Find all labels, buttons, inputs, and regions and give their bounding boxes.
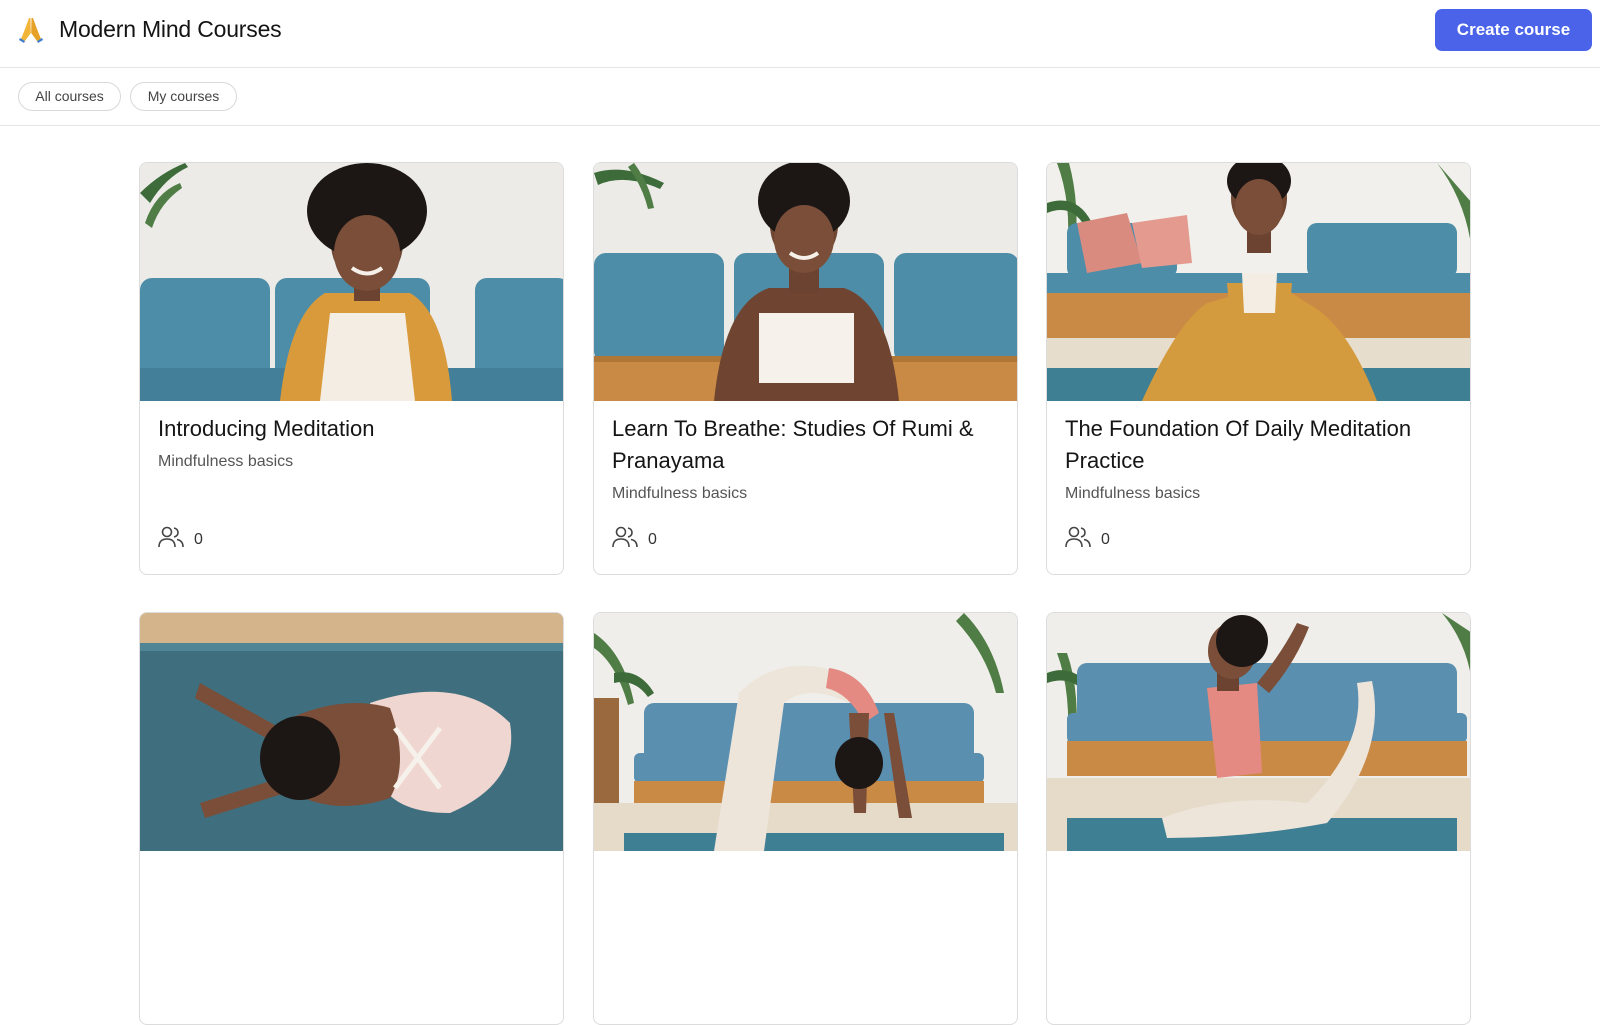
course-card[interactable]: Introducing Meditation Mindfulness basic… <box>139 162 564 575</box>
course-thumbnail <box>1047 613 1470 851</box>
course-card[interactable]: The Foundation Of Daily Meditation Pract… <box>1046 162 1471 575</box>
my-courses-filter[interactable]: My courses <box>130 82 237 111</box>
member-count: 0 <box>1101 530 1110 548</box>
course-card[interactable] <box>593 612 1018 1025</box>
course-grid: Introducing Meditation Mindfulness basic… <box>0 126 1600 1025</box>
member-count: 0 <box>648 530 657 548</box>
folded-hands-icon <box>16 14 46 44</box>
member-stats: 0 <box>158 525 203 554</box>
course-thumbnail <box>1047 163 1470 401</box>
member-stats: 0 <box>1065 525 1110 554</box>
app-title: Modern Mind Courses <box>59 15 282 42</box>
member-stats: 0 <box>612 525 657 554</box>
course-title: Introducing Meditation <box>158 416 375 441</box>
course-thumbnail <box>594 613 1017 851</box>
people-icon <box>1065 525 1091 554</box>
course-thumbnail <box>594 163 1017 401</box>
card-body: The Foundation Of Daily Meditation Pract… <box>1065 413 1450 503</box>
course-title: Learn To Breathe: Studies Of Rumi & Pran… <box>612 416 974 473</box>
brand[interactable]: Modern Mind Courses <box>16 14 282 44</box>
card-body: Introducing Meditation Mindfulness basic… <box>158 413 543 471</box>
course-subtitle: Mindfulness basics <box>158 453 294 470</box>
course-card[interactable]: Learn To Breathe: Studies Of Rumi & Pran… <box>593 162 1018 575</box>
course-title: The Foundation Of Daily Meditation Pract… <box>1065 416 1412 473</box>
course-thumbnail <box>140 613 563 851</box>
all-courses-filter[interactable]: All courses <box>18 82 121 111</box>
course-card[interactable] <box>139 612 564 1025</box>
course-thumbnail <box>140 163 563 401</box>
course-subtitle: Mindfulness basics <box>1065 485 1201 502</box>
people-icon <box>158 525 184 554</box>
create-course-button[interactable]: Create course <box>1435 9 1592 51</box>
course-card[interactable] <box>1046 612 1471 1025</box>
course-subtitle: Mindfulness basics <box>612 485 748 502</box>
people-icon <box>612 525 638 554</box>
filter-bar: All courses My courses <box>0 68 1600 126</box>
top-bar: Modern Mind Courses Create course <box>0 0 1600 68</box>
card-body: Learn To Breathe: Studies Of Rumi & Pran… <box>612 413 997 503</box>
member-count: 0 <box>194 530 203 548</box>
